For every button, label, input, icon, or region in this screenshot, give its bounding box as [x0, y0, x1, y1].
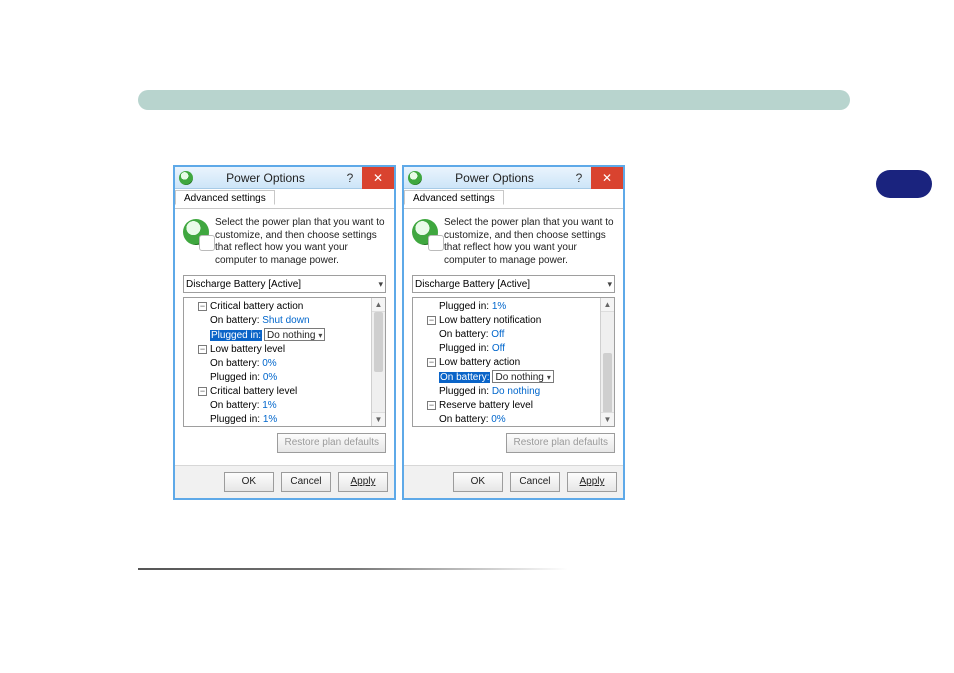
scrollbar-thumb[interactable] [374, 312, 383, 372]
tabstrip: Advanced settings [175, 189, 394, 209]
scroll-down-icon[interactable]: ▼ [372, 412, 385, 426]
tree-leaf-plugged-in-selected[interactable]: Plugged in:Do nothing▾ [186, 328, 383, 343]
expand-toggle[interactable]: − [198, 345, 207, 354]
tree-leaf-plugged-in[interactable]: Plugged in: Do nothing [415, 385, 612, 399]
tree-leaf-plugged-in[interactable]: Plugged in: 1% [186, 413, 383, 427]
value-dropdown[interactable]: Do nothing▾ [264, 328, 325, 341]
tree-node-critical-battery-action[interactable]: −Critical battery action [186, 300, 383, 314]
description-text: Select the power plan that you want to c… [444, 217, 615, 267]
tree-leaf-on-battery[interactable]: On battery: 1% [186, 399, 383, 413]
ok-button[interactable]: OK [453, 472, 503, 492]
tree-node-low-battery-notification[interactable]: −Low battery notification [415, 314, 612, 328]
chevron-down-icon: ▾ [547, 373, 551, 382]
expand-toggle[interactable]: − [427, 316, 436, 325]
cancel-button[interactable]: Cancel [281, 472, 331, 492]
tree-leaf-on-battery[interactable]: On battery: 0% [415, 413, 612, 427]
chevron-down-icon: ▾ [378, 279, 383, 290]
power-plan-icon [412, 219, 438, 245]
dialog-buttons: OK Cancel Apply [404, 465, 623, 498]
expand-toggle[interactable]: − [427, 401, 436, 410]
description-row: Select the power plan that you want to c… [183, 217, 386, 267]
decorative-footer-line [138, 568, 568, 570]
chevron-down-icon: ▾ [318, 331, 322, 340]
apply-button[interactable]: Apply [567, 472, 617, 492]
power-options-dialog-right: Power Options ? ✕ Advanced settings Sele… [402, 165, 625, 500]
tab-advanced-settings[interactable]: Advanced settings [404, 190, 504, 205]
dialogs-container: Power Options ? ✕ Advanced settings Sele… [173, 165, 625, 500]
close-button[interactable]: ✕ [591, 167, 623, 189]
power-plan-select[interactable]: Discharge Battery [Active] ▾ [412, 275, 615, 293]
tabstrip: Advanced settings [404, 189, 623, 209]
power-icon [179, 171, 193, 185]
settings-tree[interactable]: Plugged in: 1% −Low battery notification… [413, 298, 614, 427]
expand-toggle[interactable]: − [427, 358, 436, 367]
power-options-dialog-left: Power Options ? ✕ Advanced settings Sele… [173, 165, 396, 500]
power-plan-value: Discharge Battery [Active] [186, 279, 301, 290]
restore-row: Restore plan defaults [412, 427, 615, 459]
tree-leaf-on-battery[interactable]: On battery: Shut down [186, 314, 383, 328]
restore-row: Restore plan defaults [183, 427, 386, 459]
scroll-up-icon[interactable]: ▲ [601, 298, 614, 312]
chevron-down-icon: ▾ [607, 279, 612, 290]
cancel-button[interactable]: Cancel [510, 472, 560, 492]
tree-node-reserve-battery-level[interactable]: −Reserve battery level [415, 399, 612, 413]
power-plan-icon [183, 219, 209, 245]
decorative-side-badge [876, 170, 932, 198]
titlebar[interactable]: Power Options ? ✕ [175, 167, 394, 189]
scrollbar[interactable]: ▲ ▼ [600, 298, 614, 426]
apply-button[interactable]: Apply [338, 472, 388, 492]
help-button[interactable]: ? [338, 167, 362, 189]
power-plan-value: Discharge Battery [Active] [415, 279, 530, 290]
expand-toggle[interactable]: − [198, 302, 207, 311]
window-title: Power Options [193, 171, 338, 185]
tree-leaf-on-battery[interactable]: On battery: 0% [186, 357, 383, 371]
tree-node-low-battery-action[interactable]: −Low battery action [415, 356, 612, 370]
titlebar-buttons: ? ✕ [338, 167, 394, 189]
restore-plan-defaults-button[interactable]: Restore plan defaults [277, 433, 386, 453]
value-dropdown[interactable]: Do nothing▾ [492, 370, 553, 383]
settings-tree[interactable]: −Critical battery action On battery: Shu… [184, 298, 385, 427]
tree-leaf-on-battery-selected[interactable]: On battery:Do nothing▾ [415, 370, 612, 385]
tab-advanced-settings[interactable]: Advanced settings [175, 190, 275, 205]
tree-leaf-plugged-in[interactable]: Plugged in: 1% [415, 300, 612, 314]
settings-tree-container: Plugged in: 1% −Low battery notification… [412, 297, 615, 427]
scroll-down-icon[interactable]: ▼ [601, 412, 614, 426]
scrollbar[interactable]: ▲ ▼ [371, 298, 385, 426]
tree-leaf-plugged-in[interactable]: Plugged in: 0% [186, 371, 383, 385]
dialog-buttons: OK Cancel Apply [175, 465, 394, 498]
titlebar-buttons: ? ✕ [567, 167, 623, 189]
tree-leaf-on-battery[interactable]: On battery: Off [415, 328, 612, 342]
restore-plan-defaults-button[interactable]: Restore plan defaults [506, 433, 615, 453]
settings-tree-container: −Critical battery action On battery: Shu… [183, 297, 386, 427]
close-button[interactable]: ✕ [362, 167, 394, 189]
tree-leaf-plugged-in[interactable]: Plugged in: Off [415, 342, 612, 356]
tree-node-critical-battery-level[interactable]: −Critical battery level [186, 385, 383, 399]
decorative-top-bar [138, 90, 850, 110]
power-icon [408, 171, 422, 185]
help-button[interactable]: ? [567, 167, 591, 189]
dialog-body: Select the power plan that you want to c… [404, 209, 623, 465]
titlebar[interactable]: Power Options ? ✕ [404, 167, 623, 189]
tree-node-low-battery-level[interactable]: −Low battery level [186, 343, 383, 357]
expand-toggle[interactable]: − [198, 387, 207, 396]
window-title: Power Options [422, 171, 567, 185]
power-plan-select[interactable]: Discharge Battery [Active] ▾ [183, 275, 386, 293]
description-text: Select the power plan that you want to c… [215, 217, 386, 267]
scroll-up-icon[interactable]: ▲ [372, 298, 385, 312]
ok-button[interactable]: OK [224, 472, 274, 492]
dialog-body: Select the power plan that you want to c… [175, 209, 394, 465]
scrollbar-thumb[interactable] [603, 353, 612, 413]
description-row: Select the power plan that you want to c… [412, 217, 615, 267]
